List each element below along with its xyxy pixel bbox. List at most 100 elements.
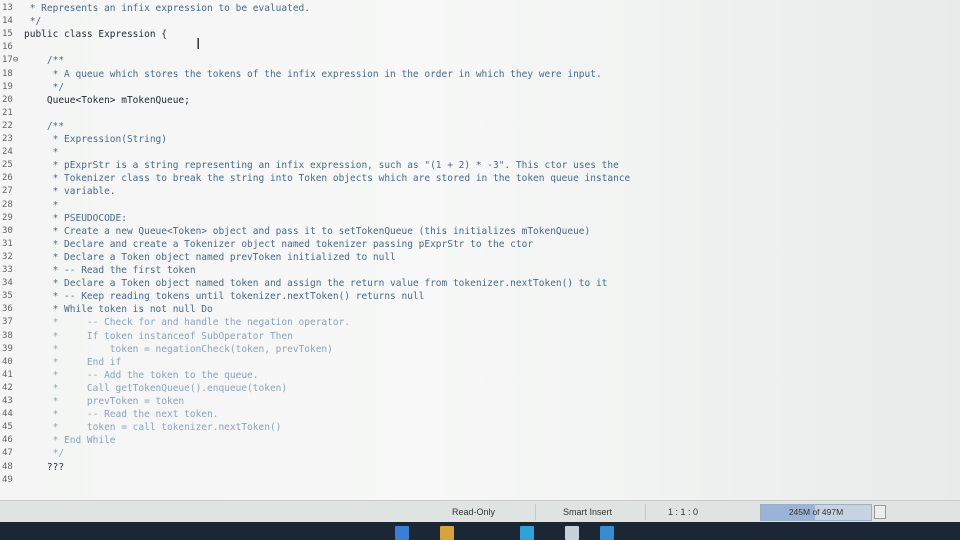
- line-text: * -- Read the next token.: [24, 409, 219, 421]
- code-line[interactable]: 40 * End if: [0, 356, 960, 369]
- code-editor[interactable]: 13 * Represents an infix expression to b…: [0, 0, 960, 500]
- line-number: 44: [2, 409, 13, 420]
- line-number: 37: [2, 317, 13, 328]
- code-line[interactable]: 13 * Represents an infix expression to b…: [0, 2, 960, 15]
- code-line[interactable]: 19 */: [0, 81, 960, 94]
- line-number: 35: [2, 291, 13, 302]
- line-number: 28: [2, 199, 13, 210]
- line-number: 20: [2, 94, 13, 105]
- code-line[interactable]: 30 * Create a new Queue<Token> object an…: [0, 225, 960, 238]
- code-line[interactable]: 45 * token = call tokenizer.nextToken(): [0, 421, 960, 434]
- line-text: * Declare a Token object named token and…: [24, 278, 608, 290]
- code-line[interactable]: 47 */: [0, 447, 960, 460]
- line-text: * Call getTokenQueue().enqueue(token): [24, 382, 288, 394]
- code-line[interactable]: 28 *: [0, 199, 960, 212]
- line-text: */: [24, 81, 65, 93]
- status-bar: Read-Only Smart Insert 1 : 1 : 0 245M of…: [0, 500, 960, 523]
- code-line[interactable]: 46 * End While: [0, 434, 960, 447]
- line-number: 30: [2, 225, 13, 236]
- line-number: 27: [2, 186, 13, 197]
- heap-memory-indicator: 245M of 497M: [760, 504, 872, 521]
- line-text: * End if: [24, 356, 122, 368]
- code-line[interactable]: 43 * prevToken = token: [0, 395, 960, 408]
- code-line[interactable]: 17⊖ /**: [0, 54, 960, 67]
- code-line[interactable]: 39 * token = negationCheck(token, prevTo…: [0, 343, 960, 356]
- line-text: Queue<Token> mTokenQueue;: [24, 94, 190, 106]
- windows-taskbar: [0, 522, 960, 540]
- taskbar-app-icon[interactable]: [600, 526, 614, 540]
- line-text: * Tokenizer class to break the string in…: [24, 173, 631, 185]
- code-line[interactable]: 35 * -- Keep reading tokens until tokeni…: [0, 290, 960, 303]
- line-number: 13: [2, 3, 13, 13]
- code-line[interactable]: 49: [0, 474, 960, 487]
- line-number: 18: [2, 68, 13, 79]
- line-number: 33: [2, 265, 13, 275]
- cursor-position-status: 1 : 1 : 0: [668, 507, 699, 517]
- code-line[interactable]: 42 * Call getTokenQueue().enqueue(token): [0, 382, 960, 395]
- line-number: 47: [2, 448, 13, 459]
- line-text: public class Expression {: [24, 29, 167, 41]
- code-line[interactable]: 20 Queue<Token> mTokenQueue;: [0, 94, 960, 107]
- code-line[interactable]: 15 public class Expression {: [0, 28, 960, 41]
- line-number: 42: [2, 382, 13, 393]
- line-text: * token = call tokenizer.nextToken(): [24, 422, 282, 434]
- code-line[interactable]: 48 ???: [0, 461, 960, 474]
- heap-memory-label: 245M of 497M: [788, 507, 844, 517]
- line-number: 26: [2, 173, 13, 184]
- code-line[interactable]: 21: [0, 107, 960, 120]
- line-number: 49: [2, 474, 13, 485]
- line-text: * Represents an infix expression to be e…: [24, 3, 310, 14]
- line-number: 40: [2, 356, 13, 367]
- line-number: 14: [2, 16, 13, 27]
- line-text: * Expression(String): [24, 134, 167, 145]
- line-text: /**: [24, 120, 65, 132]
- line-text: */: [24, 448, 65, 460]
- line-number: 25: [2, 160, 13, 171]
- line-text: * -- Read the first token: [24, 265, 196, 276]
- taskbar-app-icon[interactable]: [565, 526, 579, 540]
- code-line[interactable]: 27 * variable.: [0, 185, 960, 198]
- line-text: *: [24, 199, 59, 211]
- line-text: * If token instanceof SubOperator Then: [24, 330, 293, 342]
- taskbar-app-icon[interactable]: [520, 526, 534, 540]
- code-line[interactable]: 34 * Declare a Token object named token …: [0, 277, 960, 290]
- code-line[interactable]: 24 *: [0, 146, 960, 159]
- line-text: * variable.: [24, 186, 116, 198]
- insert-mode-status[interactable]: Smart Insert: [563, 507, 612, 517]
- code-line[interactable]: 32 * Declare a Token object named prevTo…: [0, 251, 960, 264]
- line-number: 15: [2, 29, 13, 40]
- code-line[interactable]: 14 */: [0, 15, 960, 28]
- taskbar-app-icon[interactable]: [440, 526, 454, 540]
- code-line[interactable]: 41 * -- Add the token to the queue.: [0, 369, 960, 382]
- line-text: *: [24, 147, 59, 159]
- line-number: 24: [2, 147, 13, 158]
- code-line[interactable]: 37 * -- Check for and handle the negatio…: [0, 316, 960, 329]
- code-line[interactable]: 33 * -- Read the first token: [0, 264, 960, 277]
- taskbar-app-icon[interactable]: [395, 526, 409, 540]
- line-number: 38: [2, 330, 13, 341]
- code-line[interactable]: 36 * While token is not null Do: [0, 303, 960, 316]
- garbage-collect-icon[interactable]: [874, 505, 886, 519]
- readonly-status: Read-Only: [452, 507, 496, 517]
- code-line[interactable]: 44 * -- Read the next token.: [0, 408, 960, 421]
- line-text: * PSEUDOCODE:: [24, 212, 127, 224]
- code-line[interactable]: 18 * A queue which stores the tokens of …: [0, 68, 960, 81]
- code-line[interactable]: 38 * If token instanceof SubOperator The…: [0, 330, 960, 343]
- line-number: 32: [2, 251, 13, 262]
- code-line[interactable]: 23 * Expression(String): [0, 133, 960, 146]
- line-text: * While token is not null Do: [24, 304, 213, 316]
- code-line[interactable]: 25 * pExprStr is a string representing a…: [0, 159, 960, 172]
- line-number: 45: [2, 422, 13, 433]
- line-text: * A queue which stores the tokens of the…: [24, 68, 602, 80]
- code-line[interactable]: 16: [0, 41, 960, 54]
- line-text: * -- Check for and handle the negation o…: [24, 317, 351, 329]
- code-line[interactable]: 29 * PSEUDOCODE:: [0, 212, 960, 225]
- line-text: * End While: [24, 435, 116, 447]
- line-number: 16: [2, 42, 13, 53]
- code-line[interactable]: 31 * Declare and create a Tokenizer obje…: [0, 238, 960, 251]
- code-line[interactable]: 22 /**: [0, 120, 960, 133]
- line-number: 17⊖: [2, 55, 19, 66]
- code-line[interactable]: 26 * Tokenizer class to break the string…: [0, 172, 960, 185]
- line-number: 29: [2, 212, 13, 223]
- line-text: ???: [24, 461, 65, 473]
